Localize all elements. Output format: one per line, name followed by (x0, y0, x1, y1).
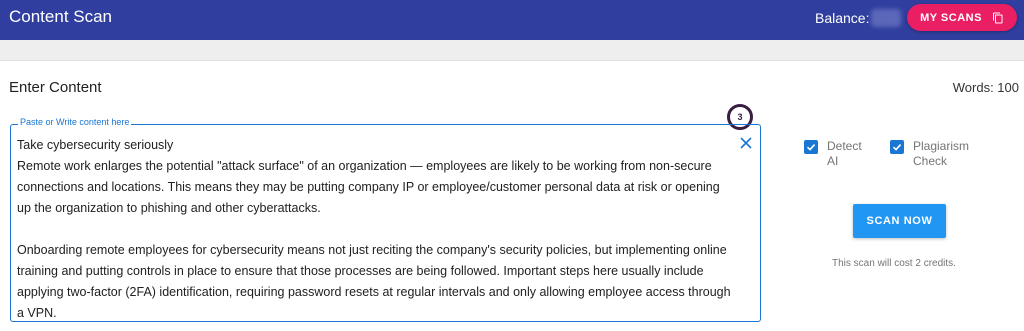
content-field-label: Paste or Write content here (18, 117, 132, 127)
scan-cost-note: This scan will cost 2 credits. (832, 258, 956, 269)
word-count: Words: 100 (952, 80, 1019, 95)
content-text[interactable]: Take cybersecurity seriously Remote work… (17, 135, 737, 324)
checkbox-checked-icon[interactable] (890, 140, 904, 154)
copy-icon (992, 12, 1003, 23)
balance-label: Balance: (815, 10, 870, 26)
app-title: Content Scan (9, 7, 113, 26)
my-scans-button[interactable]: MY SCANS (907, 4, 1017, 31)
balance-value-redacted (871, 9, 902, 27)
checkbox-checked-icon[interactable] (804, 140, 818, 154)
balance: Balance: (815, 9, 902, 27)
scan-now-button[interactable]: SCAN NOW (853, 204, 946, 238)
plagiarism-check-option[interactable]: Plagiarism Check (890, 139, 977, 169)
content-textarea[interactable]: Paste or Write content here Take cyberse… (10, 117, 761, 324)
toolbar-strip (0, 40, 1024, 61)
close-icon[interactable] (740, 137, 752, 149)
detect-ai-label: Detect AI (827, 139, 862, 168)
page-title: Enter Content (9, 79, 102, 96)
detect-ai-option[interactable]: Detect AI (804, 139, 867, 169)
my-scans-label: MY SCANS (920, 11, 982, 24)
app-bar: Content Scan Balance: MY SCANS (0, 0, 1024, 40)
plagiarism-check-label: Plagiarism Check (913, 139, 970, 168)
